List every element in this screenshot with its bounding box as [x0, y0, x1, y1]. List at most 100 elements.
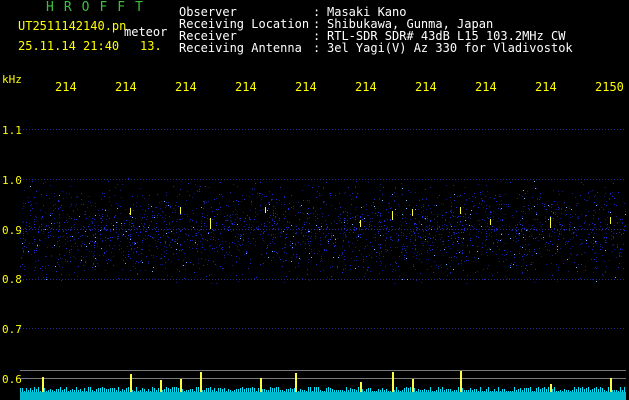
noise-pixel	[397, 241, 398, 242]
noise-pixel	[413, 207, 414, 208]
grid-dot	[491, 129, 492, 130]
grid-dot	[296, 229, 297, 230]
grid-dot	[479, 129, 480, 130]
noise-pixel	[593, 215, 594, 216]
noise-pixel	[149, 245, 150, 246]
noise-pixel	[501, 208, 502, 209]
noise-pixel	[259, 195, 260, 196]
grid-dot	[329, 179, 330, 180]
noise-pixel	[486, 205, 487, 206]
noise-pixel	[505, 218, 506, 219]
grid-dot	[197, 179, 198, 180]
grid-dot	[539, 328, 540, 329]
noise-pixel	[391, 239, 392, 240]
noise-pixel	[300, 244, 301, 245]
grid-dot	[440, 229, 441, 230]
grid-dot	[542, 229, 543, 230]
grid-dot	[107, 129, 108, 130]
grid-dot	[449, 179, 450, 180]
noise-pixel	[244, 199, 245, 200]
noise-pixel	[441, 267, 442, 268]
noise-pixel	[472, 196, 473, 197]
noise-pixel	[465, 213, 466, 214]
noise-pixel	[482, 247, 483, 248]
noise-pixel	[304, 222, 305, 223]
noise-pixel	[493, 243, 494, 244]
grid-dot	[308, 179, 309, 180]
grid-dot	[329, 279, 330, 280]
grid-dot	[140, 179, 141, 180]
noise-pixel	[101, 227, 102, 228]
grid-dot	[425, 229, 426, 230]
noise-pixel	[250, 259, 251, 260]
noise-pixel	[81, 246, 82, 247]
noise-pixel	[613, 236, 614, 237]
echo-streak	[130, 208, 131, 215]
noise-pixel	[510, 182, 511, 183]
grid-dot	[32, 179, 33, 180]
noise-pixel	[451, 202, 452, 203]
noise-pixel	[415, 249, 416, 250]
noise-pixel	[578, 218, 579, 219]
grid-dot	[413, 279, 414, 280]
noise-pixel	[138, 262, 139, 263]
noise-pixel	[437, 247, 438, 248]
noise-pixel	[252, 189, 253, 190]
noise-pixel	[305, 248, 306, 249]
echo-spike	[180, 379, 182, 392]
grid-dot	[293, 179, 294, 180]
noise-pixel	[113, 229, 114, 230]
noise-pixel	[366, 204, 367, 205]
noise-pixel	[285, 260, 286, 261]
baseline-sample	[258, 388, 259, 392]
grid-dot	[149, 179, 150, 180]
noise-pixel	[619, 255, 620, 256]
noise-pixel	[195, 184, 196, 185]
grid-dot	[389, 328, 390, 329]
grid-dot	[47, 279, 48, 280]
noise-pixel	[223, 268, 224, 269]
noise-pixel	[465, 187, 466, 188]
noise-pixel	[505, 276, 506, 277]
noise-pixel	[307, 213, 308, 214]
grid-dot	[521, 279, 522, 280]
baseline-sample	[584, 389, 585, 392]
noise-pixel	[311, 257, 312, 258]
noise-pixel	[289, 271, 290, 272]
baseline-sample	[56, 389, 57, 392]
noise-pixel	[371, 205, 372, 206]
noise-pixel	[505, 194, 506, 195]
noise-pixel	[592, 190, 593, 191]
noise-pixel	[323, 233, 324, 234]
noise-pixel	[266, 196, 267, 197]
noise-pixel	[84, 244, 85, 245]
grid-dot	[158, 279, 159, 280]
grid-dot	[119, 179, 120, 180]
noise-pixel	[319, 193, 320, 194]
baseline-sample	[362, 389, 363, 392]
noise-pixel	[130, 258, 131, 259]
noise-pixel	[426, 199, 427, 200]
noise-pixel	[346, 236, 347, 237]
baseline-sample	[524, 388, 525, 392]
noise-pixel	[546, 264, 547, 265]
baseline-sample	[598, 389, 599, 392]
noise-pixel	[62, 210, 63, 211]
noise-pixel	[133, 225, 134, 226]
noise-pixel	[364, 218, 365, 219]
y-tick-label: 0.6	[2, 373, 22, 386]
noise-pixel	[342, 253, 343, 254]
grid-dot	[38, 328, 39, 329]
noise-pixel	[490, 211, 491, 212]
grid-dot	[503, 328, 504, 329]
noise-pixel	[501, 239, 502, 240]
grid-dot	[296, 279, 297, 280]
noise-pixel	[521, 231, 522, 232]
noise-pixel	[548, 243, 549, 244]
grid-dot	[518, 129, 519, 130]
noise-pixel	[585, 216, 586, 217]
noise-pixel	[303, 241, 304, 242]
baseline-sample	[622, 390, 623, 392]
noise-pixel	[592, 249, 593, 250]
noise-pixel	[351, 258, 352, 259]
